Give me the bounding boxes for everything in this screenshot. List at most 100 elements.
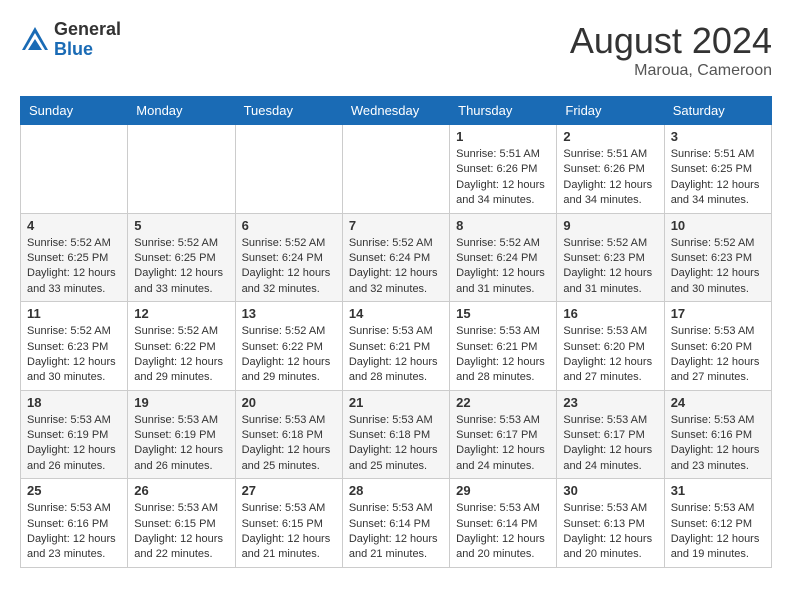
day-number: 26 xyxy=(134,483,228,498)
day-cell: 25 Sunrise: 5:53 AMSunset: 6:16 PMDayligh… xyxy=(21,479,128,568)
day-cell: 3 Sunrise: 5:51 AMSunset: 6:25 PMDaylight… xyxy=(664,125,771,214)
day-cell: 24Sunrise: 5:53 AMSunset: 6:16 PMDayligh… xyxy=(664,390,771,479)
day-info: Sunrise: 5:53 AMSunset: 6:19 PMDaylight:… xyxy=(134,413,228,475)
header-day-friday: Friday xyxy=(557,97,664,125)
day-info: Sunrise: 5:52 AMSunset: 6:24 PMDaylight:… xyxy=(349,236,443,298)
day-info: Sunrise: 5:53 AMSunset: 6:18 PMDaylight:… xyxy=(349,413,443,475)
day-cell: 28 Sunrise: 5:53 AMSunset: 6:14 PMDayligh… xyxy=(342,479,449,568)
week-row-4: 18Sunrise: 5:53 AMSunset: 6:19 PMDayligh… xyxy=(21,390,772,479)
day-number: 8 xyxy=(456,218,550,233)
day-cell: 4Sunrise: 5:52 AMSunset: 6:25 PMDaylight… xyxy=(21,213,128,302)
day-cell: 10Sunrise: 5:52 AMSunset: 6:23 PMDayligh… xyxy=(664,213,771,302)
day-info: Sunrise: 5:53 AMSunset: 6:17 PMDaylight:… xyxy=(456,413,550,475)
header-day-tuesday: Tuesday xyxy=(235,97,342,125)
day-number: 21 xyxy=(349,395,443,410)
header-day-wednesday: Wednesday xyxy=(342,97,449,125)
day-cell xyxy=(128,125,235,214)
day-number: 1 xyxy=(456,129,550,144)
day-cell: 23Sunrise: 5:53 AMSunset: 6:17 PMDayligh… xyxy=(557,390,664,479)
day-cell: 8 Sunrise: 5:52 AMSunset: 6:24 PMDaylight… xyxy=(450,213,557,302)
day-number: 14 xyxy=(349,306,443,321)
day-info: Sunrise: 5:53 AMSunset: 6:15 PMDaylight:… xyxy=(242,501,336,563)
header-row: SundayMondayTuesdayWednesdayThursdayFrid… xyxy=(21,97,772,125)
day-cell: 20 Sunrise: 5:53 AMSunset: 6:18 PMDayligh… xyxy=(235,390,342,479)
day-info: Sunrise: 5:52 AMSunset: 6:25 PMDaylight:… xyxy=(27,236,121,298)
day-cell: 13 Sunrise: 5:52 AMSunset: 6:22 PMDayligh… xyxy=(235,302,342,391)
week-row-2: 4Sunrise: 5:52 AMSunset: 6:25 PMDaylight… xyxy=(21,213,772,302)
logo: General Blue xyxy=(20,20,121,60)
day-cell xyxy=(342,125,449,214)
day-number: 11 xyxy=(27,306,121,321)
day-info: Sunrise: 5:53 AMSunset: 6:21 PMDaylight:… xyxy=(456,324,550,386)
day-cell: 29Sunrise: 5:53 AMSunset: 6:14 PMDayligh… xyxy=(450,479,557,568)
day-number: 22 xyxy=(456,395,550,410)
calendar: SundayMondayTuesdayWednesdayThursdayFrid… xyxy=(20,96,772,568)
day-cell: 12Sunrise: 5:52 AMSunset: 6:22 PMDayligh… xyxy=(128,302,235,391)
page-header: General Blue August 2024 Maroua, Cameroo… xyxy=(20,20,772,80)
day-cell: 30Sunrise: 5:53 AMSunset: 6:13 PMDayligh… xyxy=(557,479,664,568)
day-info: Sunrise: 5:51 AMSunset: 6:25 PMDaylight:… xyxy=(671,147,765,209)
day-cell: 14 Sunrise: 5:53 AMSunset: 6:21 PMDayligh… xyxy=(342,302,449,391)
day-info: Sunrise: 5:52 AMSunset: 6:22 PMDaylight:… xyxy=(242,324,336,386)
day-cell: 2Sunrise: 5:51 AMSunset: 6:26 PMDaylight… xyxy=(557,125,664,214)
header-day-thursday: Thursday xyxy=(450,97,557,125)
day-cell: 17Sunrise: 5:53 AMSunset: 6:20 PMDayligh… xyxy=(664,302,771,391)
day-cell: 11 Sunrise: 5:52 AMSunset: 6:23 PMDayligh… xyxy=(21,302,128,391)
day-info: Sunrise: 5:51 AMSunset: 6:26 PMDaylight:… xyxy=(456,147,550,209)
calendar-body: 1 Sunrise: 5:51 AMSunset: 6:26 PMDaylight… xyxy=(21,125,772,568)
day-info: Sunrise: 5:53 AMSunset: 6:12 PMDaylight:… xyxy=(671,501,765,563)
day-info: Sunrise: 5:52 AMSunset: 6:24 PMDaylight:… xyxy=(456,236,550,298)
day-number: 3 xyxy=(671,129,765,144)
day-cell: 22 Sunrise: 5:53 AMSunset: 6:17 PMDayligh… xyxy=(450,390,557,479)
day-info: Sunrise: 5:53 AMSunset: 6:14 PMDaylight:… xyxy=(456,501,550,563)
day-info: Sunrise: 5:53 AMSunset: 6:18 PMDaylight:… xyxy=(242,413,336,475)
day-info: Sunrise: 5:52 AMSunset: 6:23 PMDaylight:… xyxy=(27,324,121,386)
logo-text: General Blue xyxy=(54,20,121,60)
day-number: 23 xyxy=(563,395,657,410)
day-info: Sunrise: 5:53 AMSunset: 6:21 PMDaylight:… xyxy=(349,324,443,386)
day-number: 25 xyxy=(27,483,121,498)
day-info: Sunrise: 5:53 AMSunset: 6:20 PMDaylight:… xyxy=(563,324,657,386)
day-cell: 21 Sunrise: 5:53 AMSunset: 6:18 PMDayligh… xyxy=(342,390,449,479)
day-info: Sunrise: 5:53 AMSunset: 6:16 PMDaylight:… xyxy=(671,413,765,475)
day-cell: 7Sunrise: 5:52 AMSunset: 6:24 PMDaylight… xyxy=(342,213,449,302)
day-cell: 27 Sunrise: 5:53 AMSunset: 6:15 PMDayligh… xyxy=(235,479,342,568)
logo-icon xyxy=(20,25,50,55)
header-day-saturday: Saturday xyxy=(664,97,771,125)
day-cell: 9Sunrise: 5:52 AMSunset: 6:23 PMDaylight… xyxy=(557,213,664,302)
day-number: 19 xyxy=(134,395,228,410)
header-day-sunday: Sunday xyxy=(21,97,128,125)
day-info: Sunrise: 5:53 AMSunset: 6:13 PMDaylight:… xyxy=(563,501,657,563)
day-info: Sunrise: 5:53 AMSunset: 6:15 PMDaylight:… xyxy=(134,501,228,563)
day-number: 9 xyxy=(563,218,657,233)
day-number: 27 xyxy=(242,483,336,498)
day-info: Sunrise: 5:53 AMSunset: 6:16 PMDaylight:… xyxy=(27,501,121,563)
day-cell: 6Sunrise: 5:52 AMSunset: 6:24 PMDaylight… xyxy=(235,213,342,302)
title-block: August 2024 Maroua, Cameroon xyxy=(570,20,772,80)
day-cell: 16Sunrise: 5:53 AMSunset: 6:20 PMDayligh… xyxy=(557,302,664,391)
header-day-monday: Monday xyxy=(128,97,235,125)
day-number: 28 xyxy=(349,483,443,498)
location: Maroua, Cameroon xyxy=(570,62,772,80)
day-info: Sunrise: 5:53 AMSunset: 6:19 PMDaylight:… xyxy=(27,413,121,475)
day-number: 13 xyxy=(242,306,336,321)
logo-general: General xyxy=(54,20,121,40)
month-year: August 2024 xyxy=(570,20,772,62)
day-info: Sunrise: 5:52 AMSunset: 6:23 PMDaylight:… xyxy=(671,236,765,298)
day-cell: 15Sunrise: 5:53 AMSunset: 6:21 PMDayligh… xyxy=(450,302,557,391)
day-cell: 26 Sunrise: 5:53 AMSunset: 6:15 PMDayligh… xyxy=(128,479,235,568)
day-number: 6 xyxy=(242,218,336,233)
week-row-5: 25 Sunrise: 5:53 AMSunset: 6:16 PMDayligh… xyxy=(21,479,772,568)
day-cell: 5Sunrise: 5:52 AMSunset: 6:25 PMDaylight… xyxy=(128,213,235,302)
day-cell: 31 Sunrise: 5:53 AMSunset: 6:12 PMDayligh… xyxy=(664,479,771,568)
day-number: 12 xyxy=(134,306,228,321)
day-cell: 19 Sunrise: 5:53 AMSunset: 6:19 PMDayligh… xyxy=(128,390,235,479)
day-info: Sunrise: 5:52 AMSunset: 6:25 PMDaylight:… xyxy=(134,236,228,298)
day-cell xyxy=(21,125,128,214)
logo-blue: Blue xyxy=(54,40,121,60)
day-number: 20 xyxy=(242,395,336,410)
day-cell: 18Sunrise: 5:53 AMSunset: 6:19 PMDayligh… xyxy=(21,390,128,479)
week-row-3: 11 Sunrise: 5:52 AMSunset: 6:23 PMDayligh… xyxy=(21,302,772,391)
day-number: 31 xyxy=(671,483,765,498)
day-info: Sunrise: 5:53 AMSunset: 6:14 PMDaylight:… xyxy=(349,501,443,563)
